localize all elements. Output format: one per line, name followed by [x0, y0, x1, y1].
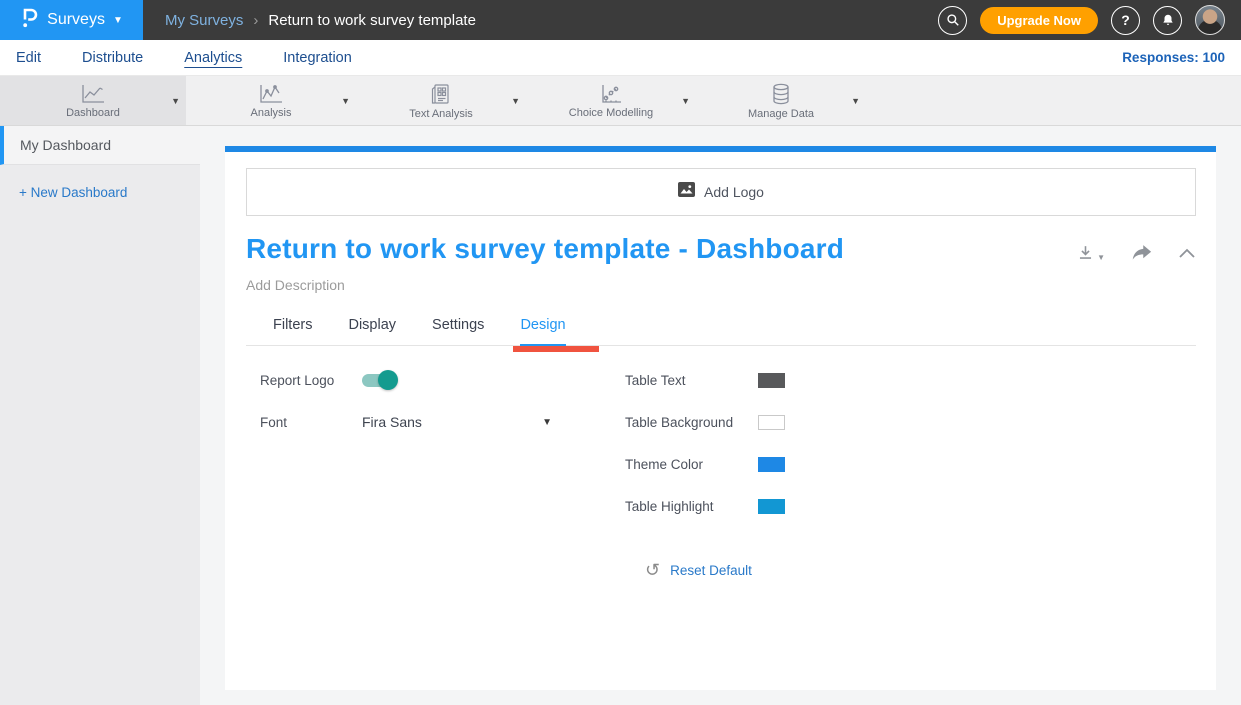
dashboard-card: Add Logo Return to work survey template … — [225, 146, 1216, 690]
toolbar-label: Choice Modelling — [569, 107, 653, 119]
toolbar-manage-data[interactable]: Manage Data ▼ — [696, 76, 866, 125]
table-background-label: Table Background — [625, 415, 758, 430]
app-logo-menu[interactable]: Surveys ▼ — [0, 0, 143, 40]
toggle-knob — [378, 370, 398, 390]
toolbar-label: Manage Data — [748, 108, 814, 120]
design-settings-form: Report Logo Font Fira Sans ▼ Table Text — [246, 373, 1196, 541]
survey-nav: Edit Distribute Analytics Integration Re… — [0, 40, 1241, 76]
font-select-value: Fira Sans — [362, 414, 422, 430]
click-highlight-marker — [513, 346, 599, 352]
user-avatar[interactable] — [1195, 5, 1225, 35]
collapse-chevron-up-icon[interactable] — [1178, 247, 1196, 259]
scatter-chart-icon — [598, 83, 624, 105]
toolbar-label: Text Analysis — [409, 108, 473, 120]
tab-distribute[interactable]: Distribute — [82, 50, 143, 66]
chevron-down-icon[interactable]: ▼ — [511, 96, 520, 106]
download-icon[interactable]: ▼ — [1076, 243, 1105, 262]
sidebar-item-my-dashboard[interactable]: My Dashboard — [0, 126, 200, 165]
chevron-down-icon: ▼ — [113, 15, 123, 26]
table-background-color-swatch[interactable] — [758, 415, 785, 430]
analytics-toolbar: Dashboard ▼ Analysis ▼ Text Analysis ▼ — [0, 76, 1241, 126]
font-label: Font — [260, 415, 362, 430]
toolbar-label: Dashboard — [66, 107, 120, 119]
database-icon — [769, 82, 793, 106]
search-icon[interactable] — [938, 6, 967, 35]
toolbar-dashboard[interactable]: Dashboard ▼ — [0, 76, 186, 125]
add-logo-label: Add Logo — [704, 184, 764, 200]
add-description-field[interactable]: Add Description — [246, 277, 1196, 293]
image-icon — [678, 182, 695, 202]
table-text-color-swatch[interactable] — [758, 373, 785, 388]
chevron-down-icon: ▼ — [542, 417, 552, 428]
tab-design-label: Design — [520, 317, 565, 333]
toolbar-analysis[interactable]: Analysis ▼ — [186, 76, 356, 125]
tab-integration[interactable]: Integration — [283, 50, 352, 66]
theme-color-swatch[interactable] — [758, 457, 785, 472]
brand-label: Surveys — [47, 11, 105, 29]
breadcrumb-current: Return to work survey template — [268, 12, 476, 29]
reset-icon: ↻ — [645, 561, 660, 579]
breadcrumb-separator: › — [253, 12, 258, 29]
reset-default-label: Reset Default — [670, 563, 752, 578]
reset-default-button[interactable]: ↻ Reset Default — [645, 561, 1196, 579]
report-logo-toggle[interactable] — [362, 374, 395, 387]
tab-analytics[interactable]: Analytics — [184, 50, 242, 66]
breadcrumb-my-surveys[interactable]: My Surveys — [165, 12, 243, 29]
report-logo-label: Report Logo — [260, 373, 362, 388]
questionpro-logo-icon — [20, 7, 39, 34]
toolbar-choice-modelling[interactable]: Choice Modelling ▼ — [526, 76, 696, 125]
dashboard-tabs: Filters Display Settings Design — [246, 317, 1196, 346]
upgrade-now-button[interactable]: Upgrade Now — [980, 7, 1098, 34]
breadcrumb: My Surveys › Return to work survey templ… — [165, 12, 476, 29]
top-header: Surveys ▼ My Surveys › Return to work su… — [0, 0, 1241, 40]
document-icon — [429, 82, 453, 106]
tab-settings[interactable]: Settings — [432, 317, 484, 345]
notifications-bell-icon[interactable] — [1153, 6, 1182, 35]
page-title: Return to work survey template - Dashboa… — [246, 233, 844, 265]
chevron-down-icon[interactable]: ▼ — [851, 96, 860, 106]
table-text-label: Table Text — [625, 373, 758, 388]
share-icon[interactable] — [1131, 244, 1152, 262]
toolbar-label: Analysis — [251, 107, 292, 119]
font-select[interactable]: Fira Sans ▼ — [362, 414, 552, 430]
tab-display[interactable]: Display — [348, 317, 396, 345]
table-highlight-label: Table Highlight — [625, 499, 758, 514]
theme-color-label: Theme Color — [625, 457, 758, 472]
trend-chart-icon — [257, 83, 285, 105]
line-chart-icon — [79, 83, 107, 105]
tab-design[interactable]: Design — [520, 317, 565, 347]
sidebar-item-label: My Dashboard — [20, 137, 111, 153]
toolbar-text-analysis[interactable]: Text Analysis ▼ — [356, 76, 526, 125]
dashboard-sidebar: My Dashboard + New Dashboard — [0, 126, 200, 705]
tab-edit[interactable]: Edit — [16, 50, 41, 66]
chevron-down-icon[interactable]: ▼ — [681, 96, 690, 106]
add-logo-button[interactable]: Add Logo — [246, 168, 1196, 216]
responses-count[interactable]: Responses: 100 — [1122, 50, 1225, 65]
help-icon[interactable]: ? — [1111, 6, 1140, 35]
new-dashboard-link[interactable]: + New Dashboard — [19, 185, 127, 200]
chevron-down-icon[interactable]: ▼ — [171, 96, 180, 106]
chevron-down-icon: ▼ — [1097, 253, 1105, 262]
tab-filters[interactable]: Filters — [273, 317, 312, 345]
table-highlight-color-swatch[interactable] — [758, 499, 785, 514]
chevron-down-icon[interactable]: ▼ — [341, 96, 350, 106]
